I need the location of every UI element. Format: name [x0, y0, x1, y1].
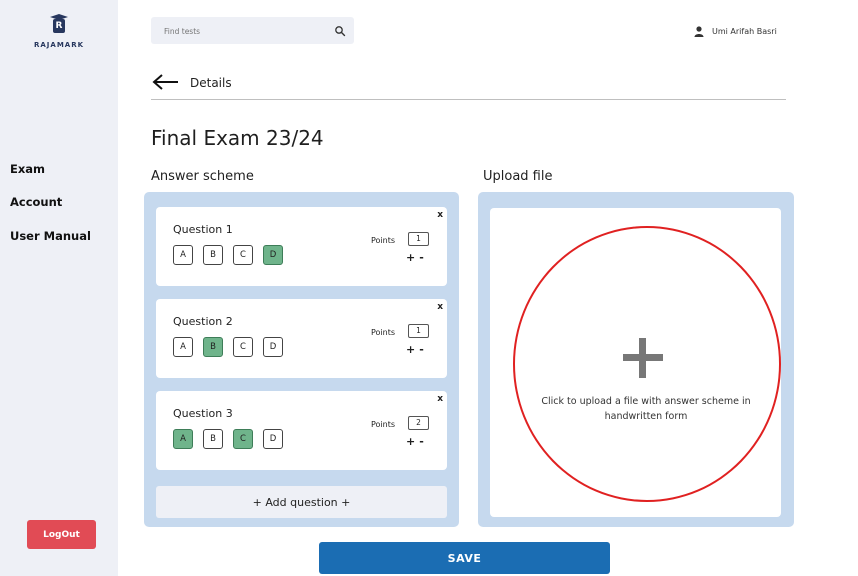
sidebar: R RAJAMARK Exam Account User Manual LogO…: [0, 0, 118, 576]
points-input[interactable]: 1: [408, 324, 429, 338]
header-divider: [151, 99, 786, 100]
option-c[interactable]: C: [233, 429, 253, 449]
question-title: Question 3: [173, 407, 233, 420]
close-question-button[interactable]: x: [437, 394, 443, 404]
question-title: Question 1: [173, 223, 233, 236]
increment-button[interactable]: +: [406, 251, 419, 264]
points-stepper: +-: [406, 251, 428, 264]
search-icon[interactable]: [334, 25, 346, 37]
points-label: Points: [371, 236, 396, 245]
user-menu[interactable]: Umi Arifah Basri: [694, 24, 777, 38]
points-stepper: +-: [406, 343, 428, 356]
option-group: A B C D: [173, 429, 283, 449]
plus-icon[interactable]: [623, 338, 663, 378]
question-title: Question 2: [173, 315, 233, 328]
option-d[interactable]: D: [263, 337, 283, 357]
close-question-button[interactable]: x: [437, 302, 443, 312]
increment-button[interactable]: +: [406, 343, 419, 356]
upload-file-label: Upload file: [483, 169, 553, 184]
option-a[interactable]: A: [173, 245, 193, 265]
points-label: Points: [371, 420, 396, 429]
increment-button[interactable]: +: [406, 435, 419, 448]
sidebar-item-exam[interactable]: Exam: [10, 162, 45, 176]
upload-instructions: Click to upload a file with answer schem…: [541, 396, 751, 422]
answer-scheme-panel: x Question 1 A B C D Points 1 +- x Quest…: [144, 192, 459, 527]
save-button[interactable]: SAVE: [319, 542, 610, 574]
option-a[interactable]: A: [173, 337, 193, 357]
logout-button[interactable]: LogOut: [27, 520, 96, 549]
user-icon: [694, 25, 704, 37]
question-card: x Question 3 A B C D Points 2 +-: [156, 391, 447, 470]
option-group: A B C D: [173, 245, 283, 265]
question-card: x Question 2 A B C D Points 1 +-: [156, 299, 447, 378]
points-input[interactable]: 2: [408, 416, 429, 430]
option-c[interactable]: C: [233, 245, 253, 265]
upload-dropzone[interactable]: Click to upload a file with answer schem…: [490, 208, 781, 517]
decrement-button[interactable]: -: [419, 343, 428, 356]
points-label: Points: [371, 328, 396, 337]
search-input[interactable]: [164, 24, 324, 38]
option-b[interactable]: B: [203, 245, 223, 265]
upload-panel: Click to upload a file with answer schem…: [478, 192, 794, 527]
option-d[interactable]: D: [263, 245, 283, 265]
option-b[interactable]: B: [203, 429, 223, 449]
option-b[interactable]: B: [203, 337, 223, 357]
search-bar: [151, 17, 354, 44]
user-name: Umi Arifah Basri: [712, 26, 777, 36]
option-d[interactable]: D: [263, 429, 283, 449]
option-group: A B C D: [173, 337, 283, 357]
sidebar-item-account[interactable]: Account: [10, 195, 62, 209]
sidebar-item-user-manual[interactable]: User Manual: [10, 229, 91, 243]
add-question-button[interactable]: + Add question +: [156, 486, 447, 518]
option-c[interactable]: C: [233, 337, 253, 357]
question-card: x Question 1 A B C D Points 1 +-: [156, 207, 447, 286]
logo-text: RAJAMARK: [33, 41, 85, 49]
decrement-button[interactable]: -: [419, 251, 428, 264]
breadcrumb: Details: [190, 76, 232, 90]
points-input[interactable]: 1: [408, 232, 429, 246]
close-question-button[interactable]: x: [437, 210, 443, 220]
logo[interactable]: R RAJAMARK: [27, 14, 91, 49]
answer-scheme-label: Answer scheme: [151, 169, 254, 184]
option-a[interactable]: A: [173, 429, 193, 449]
points-stepper: +-: [406, 435, 428, 448]
decrement-button[interactable]: -: [419, 435, 428, 448]
logo-icon: R: [50, 14, 68, 36]
page-title: Final Exam 23/24: [151, 126, 324, 150]
arrow-left-icon[interactable]: [151, 72, 179, 92]
